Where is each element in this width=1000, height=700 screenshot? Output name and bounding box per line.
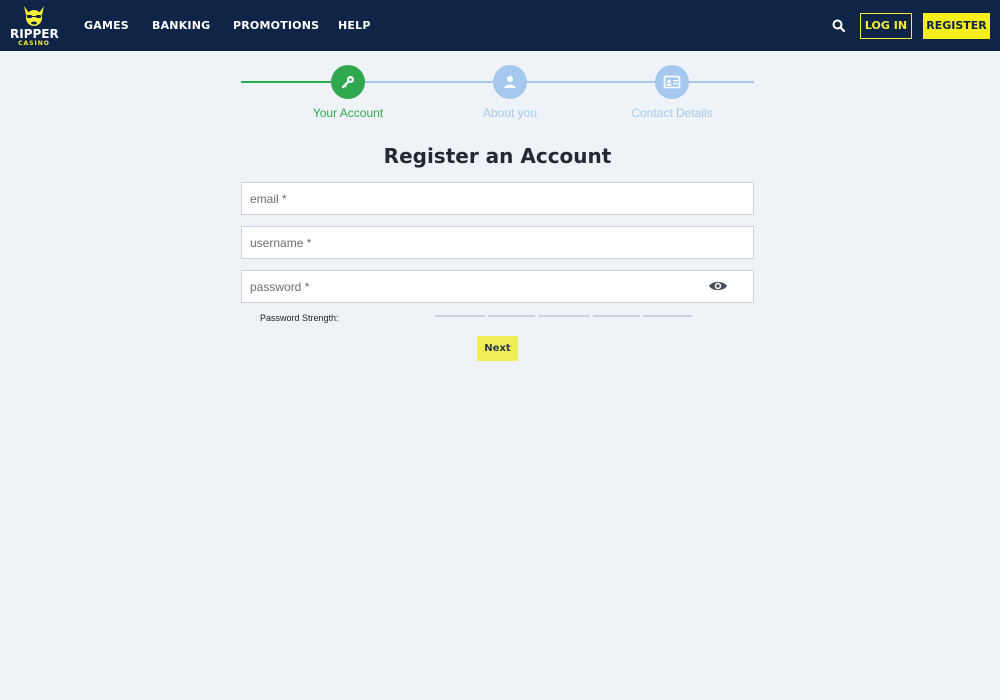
step-about-you [493, 65, 527, 99]
id-card-icon [663, 75, 681, 89]
key-icon [341, 76, 354, 89]
page-title: Register an Account [383, 144, 612, 168]
password-strength-label: Password Strength: [260, 313, 339, 323]
login-button[interactable]: LOG IN [860, 13, 912, 39]
next-button[interactable]: Next [477, 336, 518, 361]
email-field-container [241, 182, 754, 215]
kangaroo-logo-icon [24, 6, 44, 26]
top-navigation-bar: RIPPER CASINO GAMES BANKING PROMOTIONS H… [0, 0, 1000, 51]
nav-games[interactable]: GAMES [84, 18, 129, 33]
ripper-casino-logo[interactable]: RIPPER CASINO [10, 4, 59, 48]
nav-help[interactable]: HELP [338, 18, 371, 33]
register-button[interactable]: REGISTER [923, 13, 990, 39]
step-label-your-account: Your Account [312, 106, 384, 120]
password-field-container [241, 270, 754, 303]
search-icon[interactable] [831, 18, 847, 34]
logo-wordmark: RIPPER [10, 27, 59, 41]
step-your-account [331, 65, 365, 99]
logo-subtitle: CASINO [18, 40, 50, 47]
strength-segment [538, 315, 590, 317]
password-field[interactable] [242, 271, 753, 302]
strength-segment [488, 315, 535, 317]
username-field-container [241, 226, 754, 259]
eye-icon[interactable] [708, 279, 728, 293]
strength-segment [593, 315, 640, 317]
stepper-track [348, 81, 754, 83]
strength-segment [643, 315, 692, 317]
nav-promotions[interactable]: PROMOTIONS [233, 18, 319, 33]
username-field[interactable] [242, 227, 753, 258]
step-contact-details [655, 65, 689, 99]
step-label-contact-details: Contact Details [631, 106, 713, 120]
user-icon [504, 76, 516, 88]
email-field[interactable] [242, 183, 753, 214]
step-label-about-you: About you [482, 106, 538, 120]
nav-banking[interactable]: BANKING [152, 18, 210, 33]
strength-segment [435, 315, 485, 317]
